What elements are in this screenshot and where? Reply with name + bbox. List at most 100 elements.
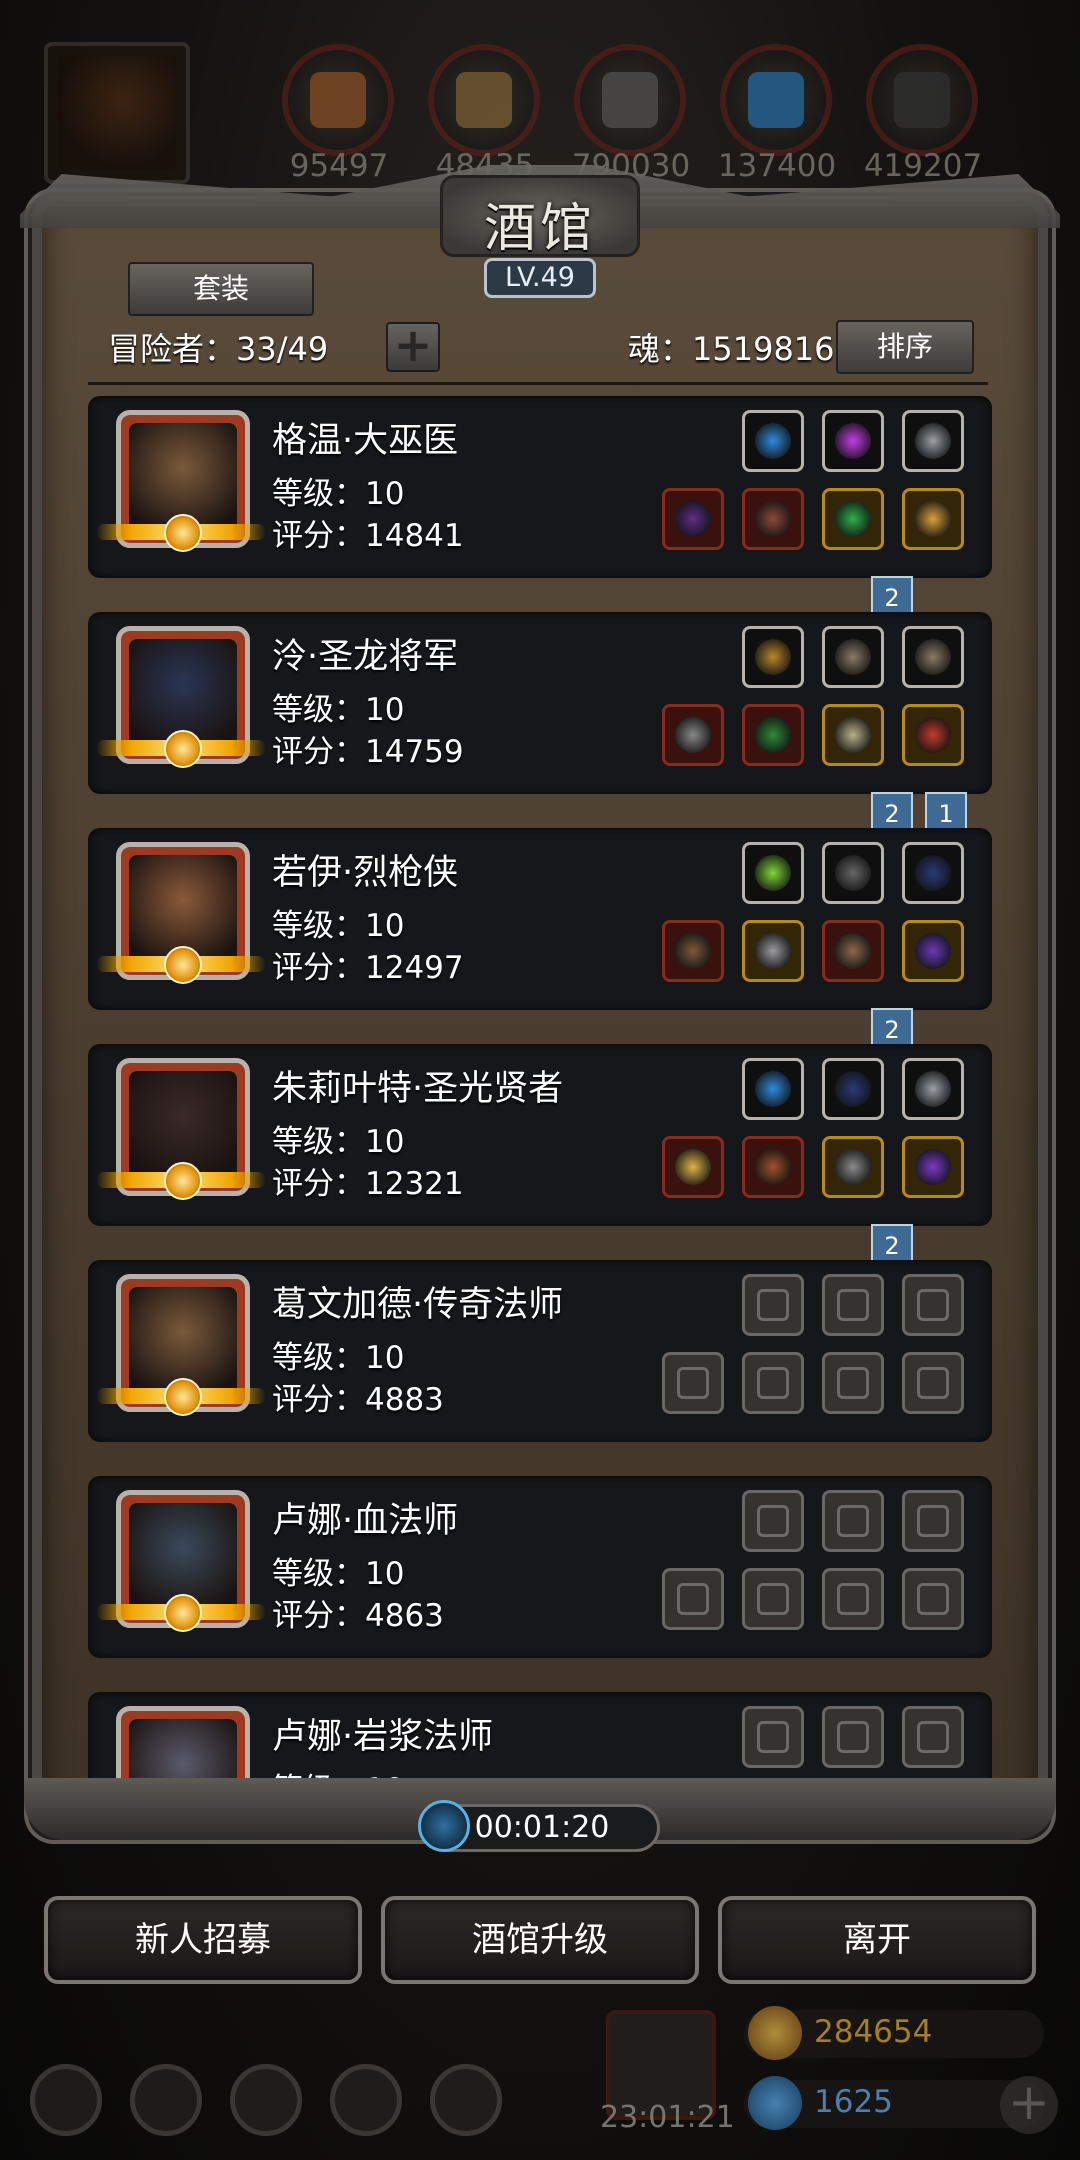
equipment-slot[interactable] xyxy=(902,1706,964,1768)
equipment-slot[interactable] xyxy=(822,704,884,766)
hero-row[interactable]: 若伊·烈枪侠 等级：10 评分：12497 xyxy=(88,828,992,1010)
hero-row[interactable]: 葛文加德·传奇法师 等级：10 评分：4883 xyxy=(88,1260,992,1442)
equipment-slot[interactable] xyxy=(902,1568,964,1630)
gift-timer: 23:01:21 xyxy=(600,2100,735,2135)
equipment-slot[interactable] xyxy=(742,842,804,904)
shield-icon xyxy=(835,717,871,753)
equipment-slot[interactable] xyxy=(902,1352,964,1414)
equipment-slot[interactable] xyxy=(662,488,724,550)
leave-button[interactable]: 离开 xyxy=(718,1896,1036,1984)
equipment-slot[interactable] xyxy=(662,704,724,766)
equipment-slot[interactable] xyxy=(902,488,964,550)
equipment-slot[interactable] xyxy=(902,1058,964,1120)
soul-count: 魂：1519816 xyxy=(628,330,835,368)
stone-resource-icon[interactable] xyxy=(866,44,978,156)
equipment-slot[interactable] xyxy=(902,1274,964,1336)
equipment-slot[interactable] xyxy=(742,626,804,688)
equipment-slot[interactable] xyxy=(902,704,964,766)
equipment-slot[interactable] xyxy=(902,920,964,982)
equipment-slot[interactable] xyxy=(742,1136,804,1198)
add-currency-button[interactable]: + xyxy=(1000,2076,1058,2134)
necklace-icon xyxy=(915,423,951,459)
empty-slot-icon xyxy=(837,1289,869,1321)
meat-resource-value: 95497 xyxy=(289,148,389,184)
blue-orb-icon xyxy=(755,423,791,459)
tavern-icon[interactable] xyxy=(230,2064,302,2136)
hero-score: 评分：12321 xyxy=(272,1166,464,1202)
equipment-slot[interactable] xyxy=(902,410,964,472)
hero-row[interactable]: 泠·圣龙将军 等级：10 评分：14759 xyxy=(88,612,992,794)
equipment-slot[interactable] xyxy=(742,1058,804,1120)
equipment-slot[interactable] xyxy=(822,1274,884,1336)
equipment-slot[interactable] xyxy=(822,1568,884,1630)
hero-list[interactable]: 格温·大巫医 等级：10 评分：14841 2 泠·圣龙将军 等级：10 评分：14759 2… xyxy=(88,396,992,1780)
equipment-slot[interactable] xyxy=(662,1136,724,1198)
equipment-slot[interactable] xyxy=(902,1136,964,1198)
upgrade-tavern-button[interactable]: 酒馆升级 xyxy=(381,1896,699,1984)
player-avatar[interactable] xyxy=(44,42,190,184)
recruit-button[interactable]: 新人招募 xyxy=(44,1896,362,1984)
empty-slot-icon xyxy=(757,1289,789,1321)
rank-emblem-icon xyxy=(164,1162,202,1200)
wood-icon xyxy=(456,72,512,128)
equipment-slot[interactable] xyxy=(822,1490,884,1552)
equipment-slot[interactable] xyxy=(662,920,724,982)
crystal-resource-value: 137400 xyxy=(717,148,837,184)
map-icon[interactable] xyxy=(430,2064,502,2136)
armor-icon xyxy=(755,933,791,969)
hero-portrait[interactable] xyxy=(116,1706,250,1780)
hero-score: 评分：14841 xyxy=(272,518,464,554)
equipment-slot[interactable] xyxy=(742,1274,804,1336)
equipment-slot[interactable] xyxy=(742,410,804,472)
rank-emblem-icon xyxy=(164,946,202,984)
equipment-slot[interactable] xyxy=(822,1352,884,1414)
sort-button[interactable]: 排序 xyxy=(836,320,974,374)
equipment-slot[interactable] xyxy=(822,1058,884,1120)
rank-emblem-icon xyxy=(164,730,202,768)
equipment-slot[interactable] xyxy=(742,1490,804,1552)
equipment-slot[interactable] xyxy=(662,1352,724,1414)
settings-icon[interactable] xyxy=(30,2064,102,2136)
meat-resource-icon[interactable] xyxy=(282,44,394,156)
cross-icon xyxy=(835,1149,871,1185)
empty-slot-icon xyxy=(917,1367,949,1399)
hero-level: 等级：10 xyxy=(272,476,405,512)
equipment-slot[interactable] xyxy=(742,920,804,982)
hero-score: 评分：14759 xyxy=(272,734,464,770)
empty-slot-icon xyxy=(917,1721,949,1753)
equipment-slot[interactable] xyxy=(742,1706,804,1768)
equipment-slot[interactable] xyxy=(822,842,884,904)
equipment-slot[interactable] xyxy=(742,704,804,766)
tavern-level-badge: LV.49 xyxy=(484,258,596,298)
equipment-slot[interactable] xyxy=(902,1490,964,1552)
iron-resource-icon[interactable] xyxy=(574,44,686,156)
hero-row[interactable]: 朱莉叶特·圣光贤者 等级：10 评分：12321 xyxy=(88,1044,992,1226)
equipment-slot[interactable] xyxy=(662,1568,724,1630)
hero-name: 卢娜·岩浆法师 xyxy=(272,1717,494,1757)
page-title: 酒馆 xyxy=(483,199,596,259)
add-adventurer-button[interactable]: + xyxy=(386,322,440,372)
equipment-slot[interactable] xyxy=(742,1352,804,1414)
equipment-slot[interactable] xyxy=(902,626,964,688)
mail-icon[interactable] xyxy=(330,2064,402,2136)
equipment-slot[interactable] xyxy=(742,488,804,550)
hero-row[interactable]: 格温·大巫医 等级：10 评分：14841 xyxy=(88,396,992,578)
equipment-slot[interactable] xyxy=(822,1136,884,1198)
divider xyxy=(88,382,988,385)
suit-button[interactable]: 套装 xyxy=(128,262,314,316)
equipment-slot[interactable] xyxy=(822,1706,884,1768)
equipment-slot[interactable] xyxy=(742,1568,804,1630)
equipment-slot[interactable] xyxy=(822,920,884,982)
crystal-resource-icon[interactable] xyxy=(720,44,832,156)
equipment-slot[interactable] xyxy=(822,488,884,550)
equipment-slot[interactable] xyxy=(822,410,884,472)
hero-row[interactable]: 卢娜·血法师 等级：10 评分：4863 xyxy=(88,1476,992,1658)
rank-emblem-icon xyxy=(164,1594,202,1632)
equipment-slot[interactable] xyxy=(822,626,884,688)
hero-row[interactable]: 卢娜·岩浆法师等级：10评分： xyxy=(88,1692,992,1780)
wood-resource-icon[interactable] xyxy=(428,44,540,156)
equipment-slot[interactable] xyxy=(902,842,964,904)
hammer-icon xyxy=(675,1149,711,1185)
clock-icon xyxy=(418,1800,470,1852)
star-icon[interactable] xyxy=(130,2064,202,2136)
